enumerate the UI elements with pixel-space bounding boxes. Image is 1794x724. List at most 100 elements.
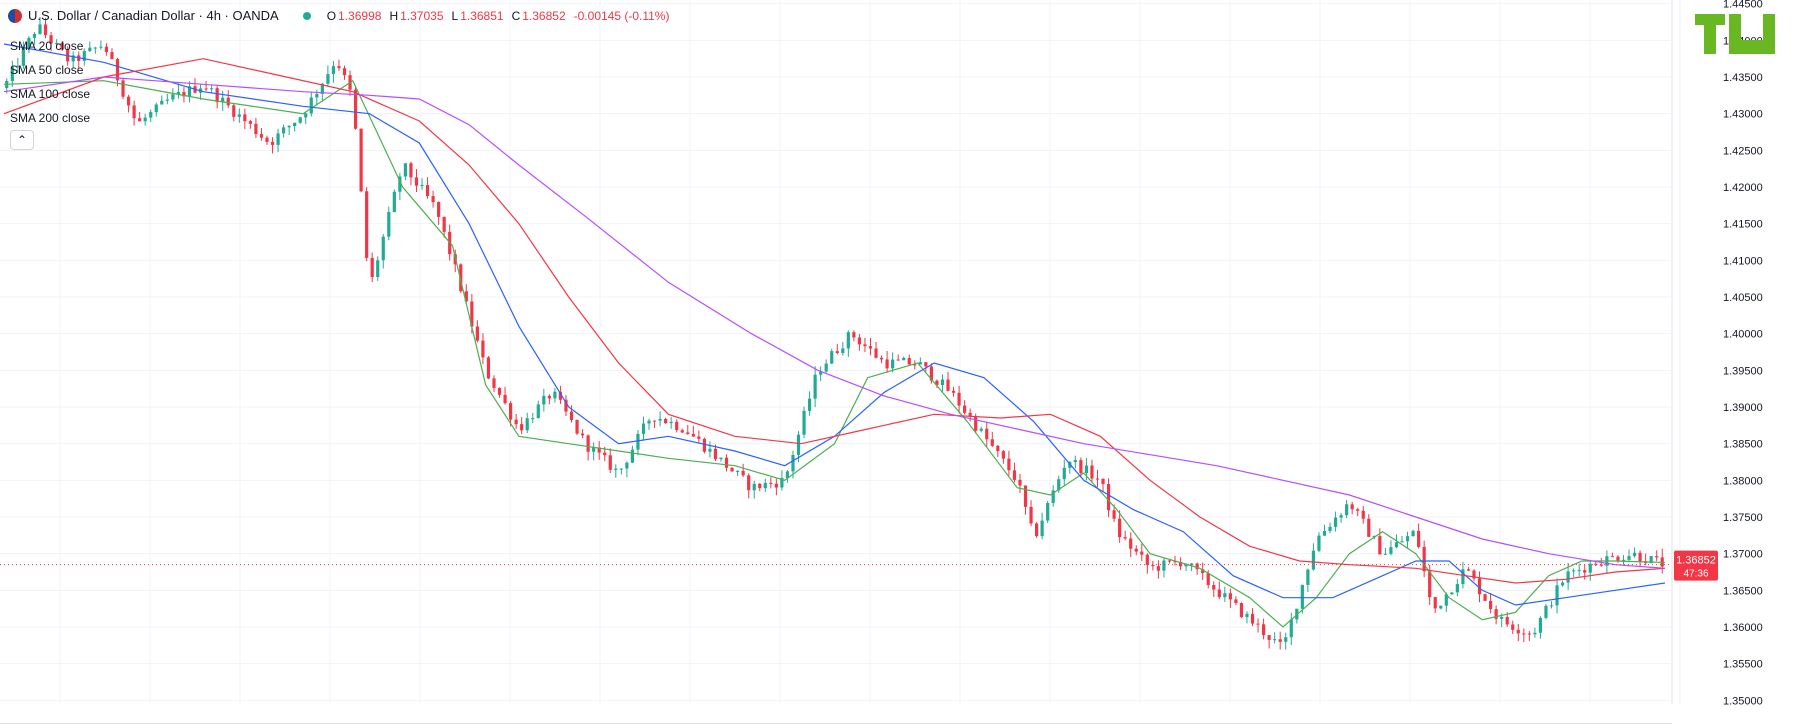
- candle-body: [758, 483, 762, 489]
- candle-body: [531, 418, 535, 420]
- candle-body: [1167, 560, 1172, 562]
- candle-body: [160, 100, 164, 105]
- candle-body: [370, 257, 374, 278]
- chart-pane[interactable]: 1.445001.440001.435001.430001.425001.420…: [0, 0, 1794, 724]
- y-tick-label: 1.37000: [1723, 549, 1763, 561]
- candle-body: [331, 66, 336, 75]
- candle-body: [1289, 619, 1293, 638]
- candle-body: [1655, 556, 1659, 558]
- candle-body: [1378, 536, 1382, 555]
- candle-body: [769, 482, 773, 484]
- candle-body: [1511, 624, 1515, 630]
- candle-body: [1583, 570, 1587, 573]
- candle-body: [353, 89, 358, 129]
- candle-body: [686, 432, 690, 434]
- candle-body: [691, 433, 695, 437]
- candle-body: [1394, 542, 1399, 548]
- candle-body: [1466, 569, 1471, 571]
- candle-body: [1560, 582, 1565, 586]
- candle-body: [636, 433, 640, 450]
- candle-body: [879, 357, 884, 360]
- candle-body: [990, 439, 994, 446]
- y-tick-label: 1.36000: [1723, 622, 1763, 634]
- candle-body: [536, 404, 540, 419]
- candle-body: [365, 191, 369, 258]
- candle-body: [885, 359, 889, 369]
- candle-body: [713, 448, 718, 460]
- candle-body: [680, 430, 684, 433]
- candle-body: [1239, 603, 1244, 618]
- candle-body: [1450, 592, 1454, 595]
- candle-body: [1007, 458, 1011, 471]
- candle-body: [1306, 569, 1310, 585]
- y-tick-label: 1.41500: [1723, 219, 1763, 231]
- legend-sma200[interactable]: SMA 200 close: [10, 106, 90, 130]
- candle-body: [569, 411, 574, 420]
- candle-body: [359, 128, 363, 192]
- candle-body: [93, 47, 97, 49]
- candle-body: [1577, 570, 1581, 572]
- candle-body: [1522, 633, 1526, 635]
- candle-body: [1073, 460, 1077, 463]
- candle-body: [104, 46, 109, 53]
- candle-body: [924, 362, 928, 367]
- candle-body: [1261, 624, 1266, 636]
- candle-body: [1549, 605, 1554, 607]
- candle-body: [1162, 560, 1166, 571]
- candle-body: [868, 346, 873, 349]
- candle-body: [802, 410, 806, 435]
- candle-body: [1300, 584, 1304, 609]
- candle-body: [896, 359, 900, 361]
- candle-body: [1278, 639, 1282, 642]
- candle-body: [121, 80, 125, 97]
- candle-body: [1034, 523, 1039, 537]
- candle-body: [1079, 460, 1083, 474]
- candle-body: [287, 126, 291, 128]
- candle-body: [807, 398, 812, 411]
- candle-body: [1256, 623, 1260, 625]
- candle-body: [1572, 570, 1576, 572]
- candle-body: [1129, 538, 1133, 549]
- candle-body: [1500, 616, 1504, 619]
- y-tick-label: 1.43000: [1723, 109, 1763, 121]
- candle-body: [608, 455, 612, 470]
- candle-body: [1638, 552, 1642, 562]
- collapse-legend-button[interactable]: ⌃: [10, 130, 34, 150]
- candle-body: [431, 196, 435, 203]
- legend-sma100[interactable]: SMA 100 close: [10, 82, 90, 106]
- candle-body: [863, 344, 867, 347]
- candle-body: [963, 405, 967, 413]
- y-tick-label: 1.35500: [1723, 659, 1763, 671]
- candle-body: [724, 457, 729, 468]
- candle-body: [381, 236, 385, 261]
- candle-body: [830, 351, 834, 364]
- candle-body: [996, 445, 1000, 452]
- candle-body: [232, 105, 236, 117]
- candle-body: [1001, 451, 1005, 459]
- price-chart[interactable]: 1.445001.440001.435001.430001.425001.420…: [0, 0, 1794, 724]
- candle-body: [630, 449, 635, 463]
- candle-body: [547, 395, 551, 399]
- candle-body: [1145, 554, 1149, 566]
- candle-body: [1245, 613, 1249, 618]
- candle-body: [1095, 478, 1100, 480]
- candle-body: [254, 123, 258, 135]
- candle-body: [1488, 600, 1493, 610]
- candle-body: [1250, 613, 1255, 624]
- candle-body: [265, 137, 269, 142]
- candle-body: [985, 428, 989, 440]
- candle-body: [1533, 632, 1537, 635]
- legend-sma50[interactable]: SMA 50 close: [10, 58, 90, 82]
- y-tick-label: 1.39500: [1723, 365, 1763, 377]
- candle-body: [154, 104, 158, 113]
- legend-sma20[interactable]: SMA 20 close: [10, 34, 90, 58]
- candle-body: [248, 121, 252, 124]
- symbol-title[interactable]: U.S. Dollar / Canadian Dollar · 4h · OAN…: [28, 8, 279, 23]
- candle-body: [619, 468, 623, 470]
- candle-body: [409, 163, 413, 178]
- candle-body: [315, 93, 319, 98]
- candle-body: [204, 88, 208, 90]
- ohlc-close: C 1.36852: [511, 8, 566, 23]
- candle-body: [1317, 535, 1321, 551]
- candle-body: [1566, 571, 1570, 583]
